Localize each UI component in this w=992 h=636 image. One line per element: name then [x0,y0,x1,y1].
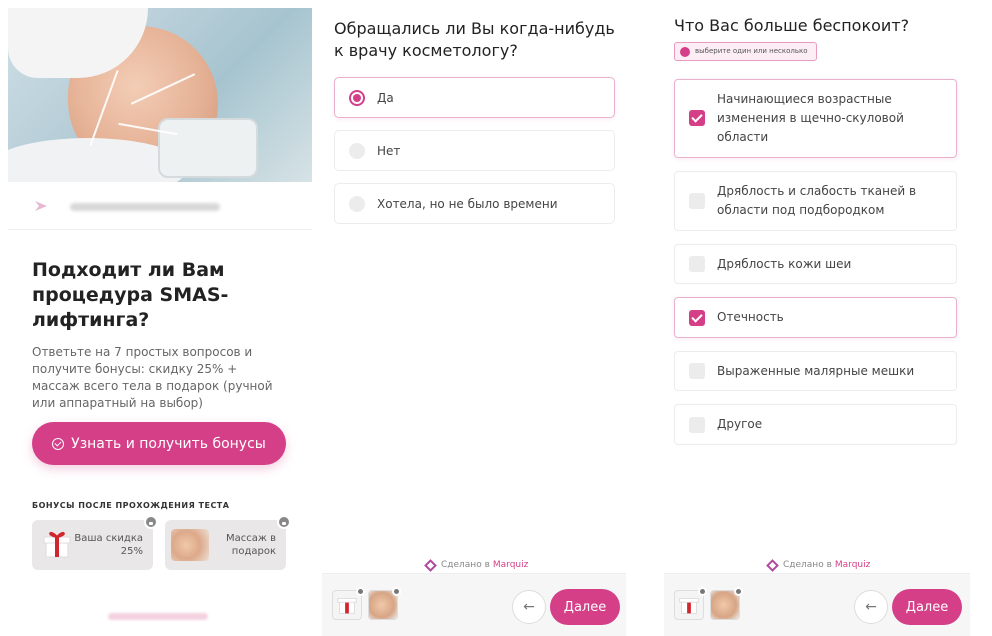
brand-logo-icon [35,201,47,211]
bonus-heading: БОНУСЫ ПОСЛЕ ПРОХОЖДЕНИЯ ТЕСТА [32,501,230,510]
marquiz-logo-icon [766,558,779,572]
bonus-card-discount: Ваша скидка 25% [32,515,158,570]
lock-icon [356,587,365,596]
checkbox-icon [689,256,705,272]
checkbox-option[interactable]: Начинающиеся возрастные изменения в щечн… [674,79,957,158]
option-label: Отечность [717,310,784,324]
lock-icon [144,515,158,529]
quiz-start-panel: Подходит ли Вам процедура SMAS-лифтинга?… [8,0,312,636]
answer-label: Да [377,90,394,105]
radio-selected-icon [349,89,365,106]
made-by-brand: Marquiz [492,560,529,570]
option-label: Дряблость кожи шеи [717,257,852,271]
start-quiz-label: Узнать и получить бонусы [71,435,266,452]
multi-select-hint: выберите один или несколько [674,42,817,61]
lock-icon [392,587,401,596]
checkbox-checked-icon [689,110,705,126]
answer-option-wanted[interactable]: Хотела, но не было времени [334,183,615,224]
bonus-discount-label: Ваша скидка 25% [74,533,143,557]
hint-label: выберите один или несколько [695,47,808,55]
lock-icon [734,587,743,596]
option-label: Начинающиеся возрастные изменения в щечн… [717,92,904,144]
back-button[interactable]: ← [512,590,546,624]
checkbox-option[interactable]: Выраженные малярные мешки [674,351,957,391]
checkbox-icon [689,363,705,379]
checkbox-option[interactable]: Дряблость кожи шеи [674,244,957,284]
arrow-left-icon: ← [523,599,535,615]
checkbox-option[interactable]: Дряблость и слабость тканей в области по… [674,171,957,231]
radio-icon [349,142,365,159]
massage-photo [171,529,209,561]
question-title: Обращались ли Вы когда-нибудь к врачу ко… [334,19,615,60]
arrow-left-icon: ← [865,599,877,615]
bonus-massage-label: Массаж в подарок [226,533,276,557]
radio-icon [349,195,365,212]
gift-icon [337,598,357,614]
question-panel-2: Что Вас больше беспокоит? выберите один … [664,0,970,636]
blurred-brand-name [70,203,220,211]
gift-icon [38,529,76,561]
answer-option-no[interactable]: Нет [334,130,615,171]
bonus-card-massage: Массаж в подарок [165,515,291,570]
bonus-thumb-gift [674,587,707,620]
gift-icon [679,598,699,614]
checkbox-checked-icon [689,310,705,326]
quiz-footer: ← Далее [664,573,970,636]
made-by-prefix: Сделано в [783,560,832,570]
checkbox-option[interactable]: Другое [674,404,957,445]
quiz-footer: ← Далее [322,573,626,636]
made-by-marquiz[interactable]: Сделано в Marquiz [424,558,529,572]
bonus-thumb-massage [710,587,743,620]
made-by-marquiz[interactable]: Сделано в Marquiz [766,558,871,572]
lock-icon [277,515,291,529]
checkbox-option[interactable]: Отечность [674,297,957,338]
quiz-title: Подходит ли Вам процедура SMAS-лифтинга? [32,259,229,331]
check-circle-icon [52,437,65,450]
answer-label: Нет [377,143,401,158]
blurred-phone-number [108,613,208,620]
quiz-subtitle: Ответьте на 7 простых вопросов и получит… [32,345,273,410]
checkbox-icon [689,193,705,209]
answer-option-yes[interactable]: Да [334,77,615,118]
option-label: Выраженные малярные мешки [717,364,915,378]
lock-icon [698,587,707,596]
check-circle-icon [680,47,690,57]
made-by-brand: Marquiz [834,560,871,570]
option-label: Дряблость и слабость тканей в области по… [717,184,917,217]
answer-label: Хотела, но не было времени [377,196,558,211]
made-by-prefix: Сделано в [441,560,490,570]
question-panel-1: Обращались ли Вы когда-нибудь к врачу ко… [322,0,626,636]
brand-row [8,190,312,230]
marquiz-logo-icon [424,558,437,572]
next-button[interactable]: Далее [550,589,620,625]
next-button[interactable]: Далее [892,589,962,625]
option-label: Другое [717,417,763,431]
back-button[interactable]: ← [854,590,888,624]
question-title: Что Вас больше беспокоит? [674,16,910,35]
checkbox-icon [689,417,705,433]
bonus-thumb-gift [332,587,365,620]
hero-photo [8,8,312,182]
start-quiz-button[interactable]: Узнать и получить бонусы [32,422,286,465]
bonus-thumb-massage [368,587,401,620]
